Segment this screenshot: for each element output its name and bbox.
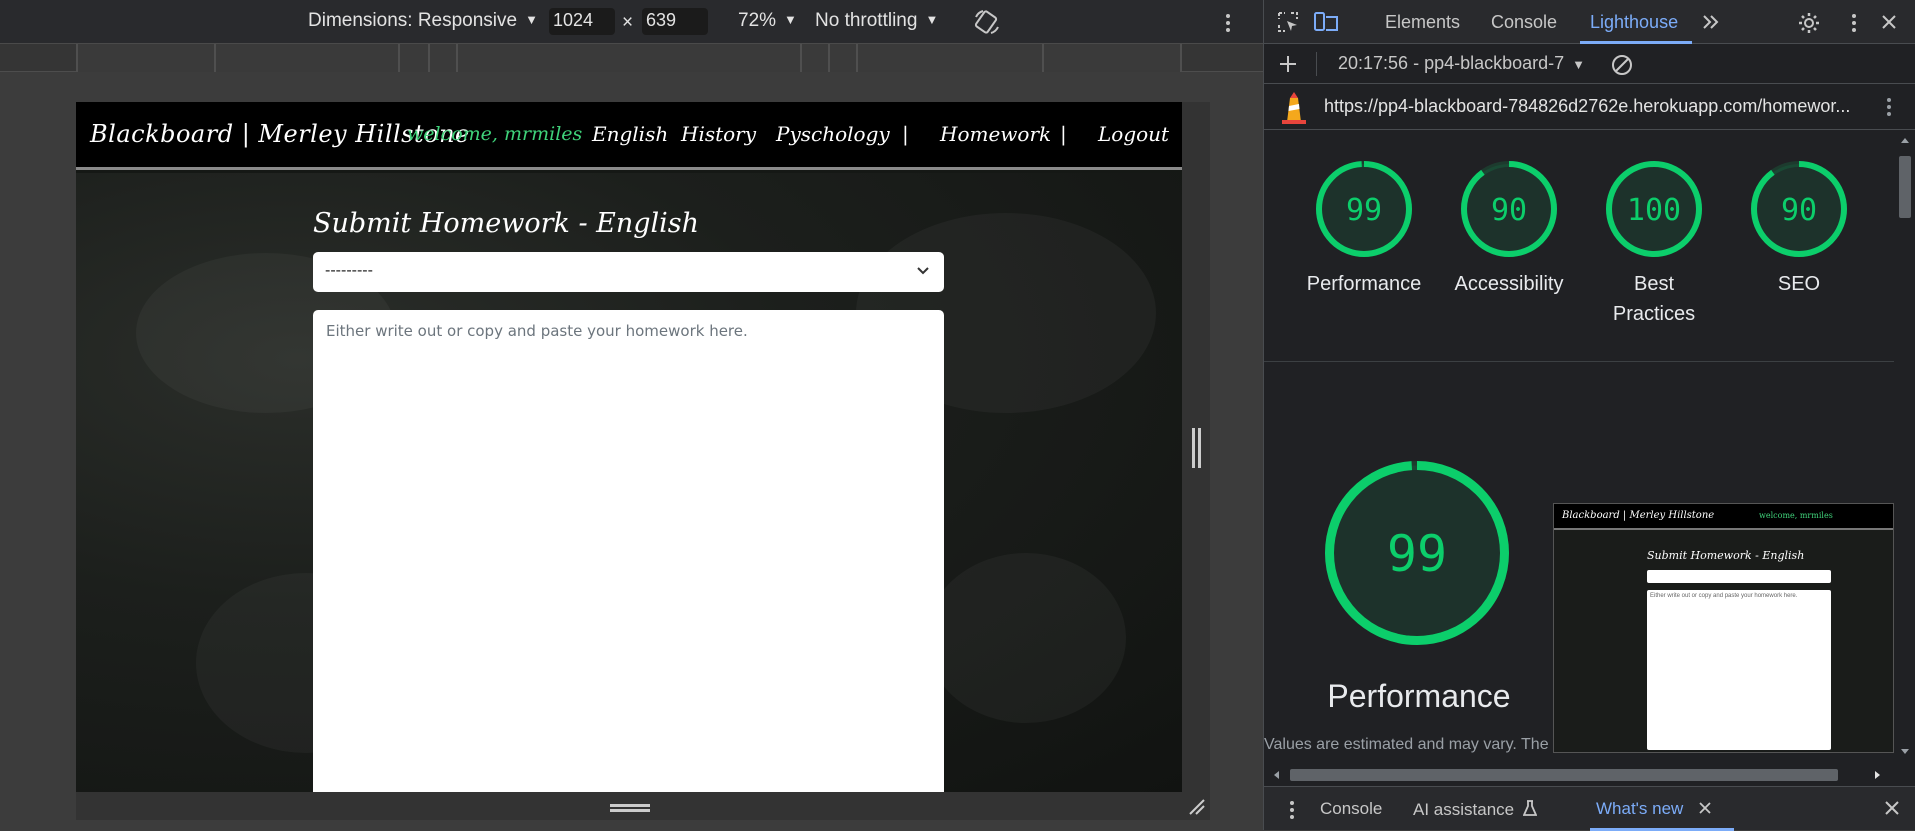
page-title: Submit Homework - English [313,208,700,239]
resize-corner-icon[interactable] [1188,798,1206,816]
devtools-tabbar: Elements Console Lighthouse [1264,0,1915,44]
score-label: SEO [1777,273,1821,295]
gauge-score: 90 [1781,193,1817,228]
nav-separator: | [902,122,909,146]
scroll-left-icon[interactable] [1272,770,1280,780]
section-divider [1264,361,1894,362]
tab-elements[interactable]: Elements [1385,12,1460,33]
performance-gauge-large[interactable]: 99 [1324,460,1510,646]
nav-english[interactable]: English [592,122,668,146]
devtools-drawer: Console AI assistance What's new [1264,786,1915,831]
more-options-icon[interactable] [1224,12,1232,34]
chevron-down-icon [917,267,929,275]
throttling-dropdown[interactable]: No throttling ▼ [815,10,938,32]
estimate-note: Values are estimated and may vary. The [1264,736,1549,753]
devtools-menu-icon[interactable] [1850,12,1858,34]
caret-down-icon: ▼ [1572,57,1586,72]
homework-textarea[interactable]: Either write out or copy and paste your … [313,310,944,792]
thumbnail-brand: Blackboard | Merley Hillstone [1562,510,1715,521]
drawer-tab-ai-assistance[interactable]: AI assistance [1413,799,1538,820]
report-selector[interactable]: 20:17:56 - pp4-blackboard-7​ ▼ [1338,53,1585,74]
drawer-tab-ai-label: AI assistance [1413,800,1515,819]
nav-homework[interactable]: Homework [940,122,1051,146]
zoom-dropdown[interactable]: 72% ▼ [738,10,797,32]
close-drawer-icon[interactable] [1884,800,1900,816]
score-gauge-best-practices[interactable]: 100 [1605,160,1703,258]
thumbnail-heading: Submit Homework - English [1647,549,1805,562]
gauge-score: 99 [1387,525,1447,583]
tab-console[interactable]: Console [1491,12,1557,33]
score-gauge-seo[interactable]: 90 [1750,160,1848,258]
inspect-element-icon[interactable] [1277,11,1299,33]
caret-down-icon: ▼ [784,12,797,27]
tab-lighthouse[interactable]: Lighthouse [1590,12,1678,33]
scroll-down-icon[interactable] [1900,748,1910,756]
clear-icon[interactable] [1610,53,1634,77]
gauge-score: 99 [1346,193,1382,228]
lighthouse-report-bar: 20:17:56 - pp4-blackboard-7​ ▼ [1264,44,1915,84]
site-navbar: Blackboard | Merley Hillstone welcome, m… [76,102,1182,170]
close-icon[interactable] [1880,13,1898,31]
emulated-page[interactable]: Blackboard | Merley Hillstone welcome, m… [76,102,1182,792]
nav-separator: | [1060,122,1067,146]
media-query-ruler[interactable] [0,44,1263,72]
horizontal-scrollbar[interactable] [1264,764,1915,786]
settings-gear-icon[interactable] [1797,11,1821,35]
thumbnail-select [1647,570,1831,583]
times-sign: × [622,12,634,33]
welcome-text: welcome, mrmiles [407,123,583,145]
report-menu-icon[interactable] [1885,96,1893,118]
zoom-label: 72% [738,10,777,31]
caret-down-icon: ▼ [525,12,538,27]
height-input[interactable]: 639 [642,8,708,35]
nav-logout[interactable]: Logout [1098,122,1169,146]
select-value: --------- [325,262,373,279]
horizontal-scroll-thumb[interactable] [1290,769,1838,781]
device-toolbar: Dimensions: Responsive ▼ 1024 × 639 72% ▼ … [0,0,1263,44]
score-label: Performance [1306,273,1422,295]
resize-grip-right[interactable] [1192,428,1201,468]
nav-history[interactable]: History [681,122,756,146]
scroll-up-icon[interactable] [1900,136,1910,144]
scroll-right-icon[interactable] [1874,770,1882,780]
lighthouse-logo-icon [1282,92,1306,124]
drawer-tab-console[interactable]: Console [1320,799,1382,819]
drawer-tab-whats-new-label: What's new [1596,799,1684,818]
score-label: Best Practices [1612,273,1696,325]
device-toolbar-icon[interactable] [1313,11,1339,33]
width-input[interactable]: 1024 [549,8,615,35]
homework-select[interactable]: --------- [313,252,944,292]
thumbnail-welcome: welcome, mrmiles [1759,511,1833,520]
drawer-menu-icon[interactable] [1288,799,1296,821]
close-tab-icon[interactable] [1698,801,1712,815]
ruler-segment [76,44,1182,72]
report-url[interactable]: https://pp4-blackboard-784826d2762e.hero… [1324,96,1864,117]
final-screenshot-thumbnail[interactable]: Blackboard | Merley Hillstone welcome, m… [1553,503,1894,753]
vertical-scrollbar[interactable] [1894,130,1915,764]
more-tabs-icon[interactable] [1701,12,1721,32]
lighthouse-report: 99 Performance 90 Accessibility 100 Best Pract… [1264,130,1894,764]
score-gauge-performance[interactable]: 99 [1315,160,1413,258]
gauge-score: 90 [1491,193,1527,228]
score-gauge-accessibility[interactable]: 90 [1460,160,1558,258]
device-mode-pane: Dimensions: Responsive ▼ 1024 × 639 72% ▼ … [0,0,1263,830]
dimensions-dropdown[interactable]: Dimensions: Responsive ▼ [308,10,538,32]
score-label: Accessibility [1454,273,1564,295]
dimensions-label: Dimensions: Responsive [308,10,518,31]
vertical-scroll-thumb[interactable] [1899,156,1911,218]
thumbnail-textarea: Either write out or copy and paste your … [1647,590,1831,750]
devtools-panel: Elements Console Lighthouse 20:17:56 - p… [1263,0,1915,831]
drawer-tab-whats-new[interactable]: What's new [1596,799,1712,819]
plus-icon[interactable] [1277,53,1299,75]
report-label: 20:17:56 - pp4-blackboard-7​ [1338,53,1565,73]
flask-icon [1522,800,1538,816]
performance-title: Performance [1327,678,1511,714]
report-url-bar: https://pp4-blackboard-784826d2762e.hero… [1264,84,1915,130]
gauge-score: 100 [1627,193,1681,228]
throttling-label: No throttling [815,10,918,31]
nav-pyschology[interactable]: Pyschology [776,122,890,146]
resize-grip-bottom[interactable] [610,804,650,812]
caret-down-icon: ▼ [925,12,939,27]
rotate-icon[interactable] [973,9,1001,35]
